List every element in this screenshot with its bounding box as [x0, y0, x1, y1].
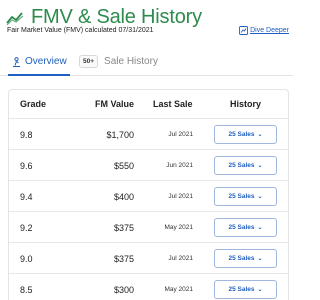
- table-row: 9.8 $1,700 Jul 2021 25 Sales ⌄: [9, 118, 288, 149]
- fm-value-cell: $375: [113, 254, 134, 264]
- sales-history-label: 25 Sales: [228, 162, 255, 169]
- sales-history-button[interactable]: 25 Sales ⌄: [214, 187, 277, 206]
- page-title: FMV & Sale History: [31, 6, 202, 28]
- last-sale-cell: Jul 2021: [168, 255, 193, 262]
- column-header-grade: Grade: [20, 99, 47, 109]
- sale-count-badge: 50+: [79, 55, 99, 68]
- column-header-fm-value: FM Value: [94, 99, 134, 109]
- grade-cell: 9.6: [20, 161, 33, 171]
- fm-value-cell: $550: [113, 161, 134, 171]
- active-tab-indicator: [8, 74, 70, 76]
- chevron-down-icon: ⌄: [257, 194, 263, 200]
- sales-history-label: 25 Sales: [228, 286, 255, 293]
- table-row: 8.5 $300 May 2021 25 Sales ⌄: [9, 273, 288, 300]
- fm-value-cell: $375: [113, 223, 134, 233]
- page-header: FMV & Sale History: [6, 6, 202, 29]
- table-row: 9.2 $375 May 2021 25 Sales ⌄: [9, 211, 288, 242]
- chevron-down-icon: ⌄: [257, 132, 263, 138]
- sales-history-button[interactable]: 25 Sales ⌄: [214, 125, 277, 144]
- grade-cell: 8.5: [20, 285, 33, 295]
- sales-history-button[interactable]: 25 Sales ⌄: [214, 249, 277, 268]
- person-icon: [13, 56, 20, 67]
- sales-history-label: 25 Sales: [228, 255, 255, 262]
- sales-history-label: 25 Sales: [228, 224, 255, 231]
- tab-overview[interactable]: Overview: [12, 47, 67, 76]
- tab-sale-history-label: Sale History: [104, 56, 158, 67]
- chart-icon: [239, 26, 249, 35]
- grade-cell: 9.4: [20, 192, 33, 202]
- table-header: Grade FM Value Last Sale History: [9, 90, 288, 118]
- fm-value-cell: $400: [113, 192, 134, 202]
- last-sale-cell: May 2021: [164, 286, 193, 293]
- sales-history-button[interactable]: 25 Sales ⌄: [214, 280, 277, 299]
- sales-history-label: 25 Sales: [228, 131, 255, 138]
- trend-line-icon: [6, 12, 24, 26]
- tab-bar: Overview 50+ Sale History: [0, 47, 293, 76]
- chevron-down-icon: ⌄: [257, 225, 263, 231]
- table-row: 9.4 $400 Jul 2021 25 Sales ⌄: [9, 180, 288, 211]
- fm-value-cell: $300: [113, 285, 134, 295]
- table-row: 9.0 $375 Jul 2021 25 Sales ⌄: [9, 242, 288, 273]
- sales-history-button[interactable]: 25 Sales ⌄: [214, 218, 277, 237]
- grade-cell: 9.2: [20, 223, 33, 233]
- column-header-last-sale: Last Sale: [153, 99, 193, 109]
- last-sale-cell: May 2021: [164, 224, 193, 231]
- chevron-down-icon: ⌄: [257, 163, 263, 169]
- dive-deeper-label: Dive Deeper: [250, 27, 289, 34]
- sales-history-button[interactable]: 25 Sales ⌄: [214, 156, 277, 175]
- last-sale-cell: Jul 2021: [168, 193, 193, 200]
- fmv-calculated-date: Fair Market Value (FMV) calculated 07/31…: [7, 27, 154, 34]
- last-sale-cell: Jun 2021: [166, 162, 193, 169]
- fm-value-cell: $1,700: [106, 130, 134, 140]
- column-header-history: History: [230, 99, 262, 109]
- chevron-down-icon: ⌄: [257, 287, 263, 293]
- chevron-down-icon: ⌄: [257, 256, 263, 262]
- grade-cell: 9.8: [20, 130, 33, 140]
- sales-history-label: 25 Sales: [228, 193, 255, 200]
- table-row: 9.6 $550 Jun 2021 25 Sales ⌄: [9, 149, 288, 180]
- tab-overview-label: Overview: [25, 56, 67, 67]
- dive-deeper-link[interactable]: Dive Deeper: [239, 26, 289, 35]
- grade-cell: 9.0: [20, 254, 33, 264]
- fmv-table: Grade FM Value Last Sale History 9.8 $1,…: [8, 89, 289, 300]
- last-sale-cell: Jul 2021: [168, 131, 193, 138]
- tab-sale-history[interactable]: 50+ Sale History: [79, 47, 158, 76]
